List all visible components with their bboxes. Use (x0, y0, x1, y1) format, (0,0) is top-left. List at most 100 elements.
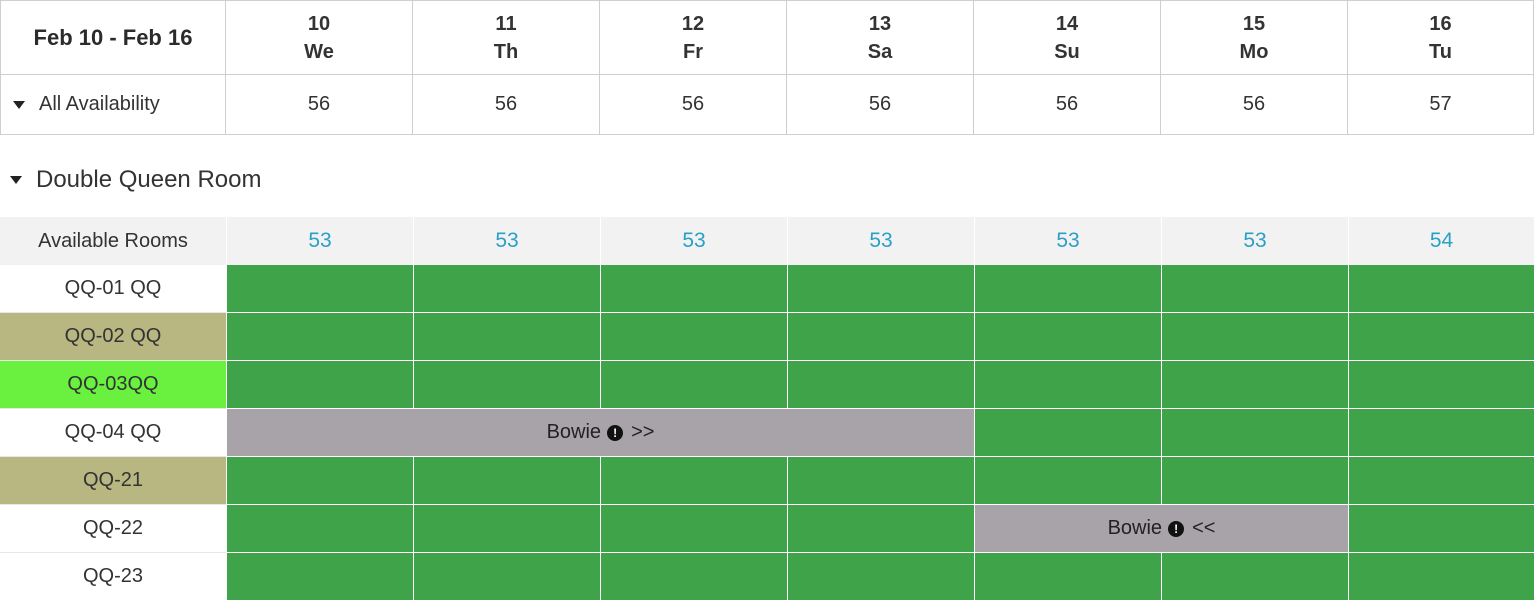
availability-cell[interactable] (1161, 409, 1348, 457)
availability-cell[interactable] (226, 361, 413, 409)
available-rooms-count[interactable]: 53 (413, 217, 600, 265)
availability-cell[interactable] (600, 505, 787, 553)
day-header[interactable]: 11 Th (413, 1, 600, 74)
availability-cell[interactable] (413, 457, 600, 505)
all-availability-toggle[interactable]: All Availability (0, 75, 226, 134)
room-row: QQ-23 (0, 553, 1534, 600)
availability-cell[interactable] (787, 313, 974, 361)
availability-count: 56 (787, 75, 974, 134)
available-rooms-label: Available Rooms (38, 229, 188, 252)
warning-icon: ! (607, 424, 624, 441)
room-row: QQ-01 QQ (0, 265, 1534, 313)
day-header[interactable]: 13 Sa (787, 1, 974, 74)
availability-cell[interactable] (1348, 265, 1534, 313)
availability-cell[interactable] (600, 313, 787, 361)
booking-bar[interactable]: Bowie ! >> (226, 409, 974, 456)
available-rooms-count[interactable]: 53 (226, 217, 413, 265)
availability-count: 56 (413, 75, 600, 134)
booking-guest-name: Bowie (1107, 517, 1163, 539)
available-rooms-count[interactable]: 53 (600, 217, 787, 265)
room-type-title: Double Queen Room (36, 166, 262, 193)
availability-cell[interactable] (974, 457, 1161, 505)
room-label[interactable]: QQ-03QQ (0, 361, 226, 409)
availability-cell[interactable] (413, 361, 600, 409)
day-number: 11 (495, 12, 517, 35)
all-availability-row: All Availability 56 56 56 56 56 56 57 (0, 75, 1534, 135)
availability-cell[interactable] (413, 553, 600, 600)
availability-cell[interactable] (226, 265, 413, 313)
room-label[interactable]: QQ-22 (0, 505, 226, 553)
room-label[interactable]: QQ-04 QQ (0, 409, 226, 457)
day-number: 15 (1242, 12, 1266, 35)
availability-cell[interactable] (1348, 313, 1534, 361)
availability-count: 57 (1348, 75, 1534, 134)
availability-cell[interactable] (600, 553, 787, 600)
room-label[interactable]: QQ-23 (0, 553, 226, 600)
availability-cell[interactable] (1161, 457, 1348, 505)
availability-cell[interactable] (600, 265, 787, 313)
available-rooms-count[interactable]: 53 (787, 217, 974, 265)
booking-guest-name: Bowie (546, 421, 602, 443)
warning-icon: ! (1168, 520, 1185, 537)
availability-cell[interactable] (1348, 361, 1534, 409)
availability-cell[interactable] (1348, 457, 1534, 505)
caret-down-icon[interactable] (13, 100, 25, 109)
availability-cell[interactable] (1161, 313, 1348, 361)
availability-cell[interactable] (226, 313, 413, 361)
availability-cell[interactable] (974, 265, 1161, 313)
room-row: QQ-03QQ (0, 361, 1534, 409)
availability-cell[interactable] (787, 361, 974, 409)
day-of-week: Mo (1239, 40, 1269, 63)
date-header-row: Feb 10 - Feb 16 10 We 11 Th 12 Fr 13 Sa 14 Su… (0, 0, 1534, 75)
available-rooms-count[interactable]: 53 (974, 217, 1161, 265)
availability-cell[interactable] (974, 313, 1161, 361)
availability-cell[interactable] (974, 409, 1161, 457)
availability-cell[interactable] (413, 265, 600, 313)
availability-cell[interactable] (600, 457, 787, 505)
availability-cell[interactable] (226, 457, 413, 505)
availability-cell[interactable] (787, 553, 974, 600)
availability-cell[interactable] (226, 553, 413, 600)
caret-down-icon[interactable] (10, 176, 22, 184)
day-header[interactable]: 16 Tu (1348, 1, 1534, 74)
availability-cell[interactable] (413, 313, 600, 361)
availability-cell[interactable] (1348, 505, 1534, 553)
booking-continues-arrow: << (1192, 517, 1216, 539)
availability-cell[interactable] (787, 505, 974, 553)
day-of-week: Fr (683, 40, 703, 63)
availability-cell[interactable] (787, 265, 974, 313)
availability-cell[interactable] (787, 457, 974, 505)
day-of-week: Su (1054, 40, 1080, 63)
room-label[interactable]: QQ-21 (0, 457, 226, 505)
booking-continues-arrow: >> (631, 421, 655, 443)
availability-cell[interactable] (1348, 553, 1534, 600)
availability-count: 56 (974, 75, 1161, 134)
day-header[interactable]: 14 Su (974, 1, 1161, 74)
day-number: 12 (681, 12, 705, 35)
room-type-toggle[interactable]: Double Queen Room (10, 160, 261, 200)
day-number: 16 (1429, 12, 1452, 35)
day-of-week: Th (493, 40, 519, 63)
availability-count: 56 (1161, 75, 1348, 134)
availability-cell[interactable] (1348, 409, 1534, 457)
availability-cell[interactable] (974, 553, 1161, 600)
room-label[interactable]: QQ-02 QQ (0, 313, 226, 361)
availability-cell[interactable] (1161, 361, 1348, 409)
availability-cell[interactable] (974, 361, 1161, 409)
room-label[interactable]: QQ-01 QQ (0, 265, 226, 313)
availability-cell[interactable] (600, 361, 787, 409)
availability-cell[interactable] (1161, 553, 1348, 600)
availability-cell[interactable] (1161, 265, 1348, 313)
available-rooms-count[interactable]: 54 (1348, 217, 1534, 265)
availability-count: 56 (600, 75, 787, 134)
available-rooms-count[interactable]: 53 (1161, 217, 1348, 265)
availability-cell[interactable] (226, 505, 413, 553)
availability-count: 56 (226, 75, 413, 134)
booking-bar[interactable]: Bowie ! << (974, 505, 1348, 552)
availability-cell[interactable] (413, 505, 600, 553)
day-header[interactable]: 10 We (226, 1, 413, 74)
all-availability-label: All Availability (39, 93, 160, 115)
day-header[interactable]: 12 Fr (600, 1, 787, 74)
day-header[interactable]: 15 Mo (1161, 1, 1348, 74)
room-row: QQ-21 (0, 457, 1534, 505)
